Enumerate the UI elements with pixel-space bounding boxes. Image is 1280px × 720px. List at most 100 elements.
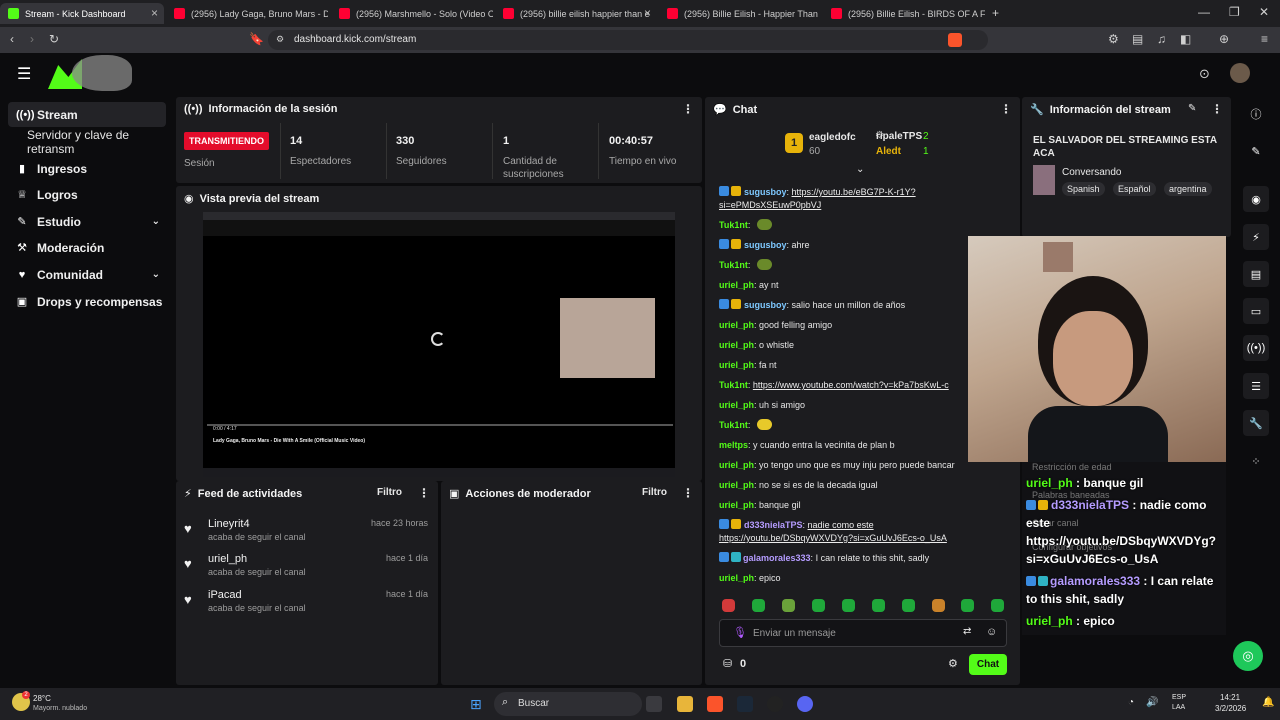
document-icon[interactable]: ▤	[1243, 261, 1269, 287]
volume-icon[interactable]: 🔊	[1146, 697, 1158, 708]
chat-username[interactable]: uriel_ph	[719, 400, 754, 410]
broadcast-icon[interactable]: ((•))	[1243, 335, 1269, 361]
obs-icon[interactable]	[767, 696, 783, 712]
sidebar-item-stream[interactable]: ((•)) Stream	[8, 102, 166, 127]
more-options-icon[interactable]: ⋮	[1000, 102, 1012, 116]
windows-start-icon[interactable]: ⊞	[470, 696, 482, 713]
translate-icon[interactable]: ⇄	[963, 626, 971, 637]
chat-username[interactable]: galamorales333	[743, 553, 811, 563]
chat-username[interactable]: uriel_ph	[719, 460, 754, 470]
chat-username[interactable]: uriel_ph	[719, 573, 754, 583]
back-icon[interactable]: ‹	[10, 32, 14, 46]
chat-username[interactable]: uriel_ph	[719, 500, 754, 510]
emote-icon[interactable]	[872, 599, 885, 612]
tab-youtube-1[interactable]: (2956) Lady Gaga, Bruno Mars - Die W	[166, 3, 328, 24]
help-button[interactable]: ◎	[1233, 641, 1263, 671]
sidebar-item-logros[interactable]: ♕ Logros	[8, 182, 166, 207]
follower-name[interactable]: iPacad	[208, 589, 242, 601]
sidebar-item-server-key[interactable]: Servidor y clave de retransm	[8, 128, 174, 156]
close-icon[interactable]: ×	[644, 6, 651, 20]
chat-username[interactable]: uriel_ph	[719, 320, 754, 330]
brave-icon[interactable]	[707, 696, 723, 712]
chat-username[interactable]: sugusboy	[744, 300, 787, 310]
emote-icon[interactable]	[932, 599, 945, 612]
expand-chevron-icon[interactable]: ⌄	[856, 164, 864, 175]
stream-preview-video[interactable]: 0:00 / 4:17 Lady Gaga, Bruno Mars - Die …	[203, 212, 675, 477]
sidebar-item-comunidad[interactable]: ♥ Comunidad ⌄	[8, 262, 166, 287]
leader-name[interactable]: Aledt	[876, 146, 901, 157]
chat-username[interactable]: Tuk1nt	[719, 220, 748, 230]
filter-button[interactable]: Filtro	[642, 487, 667, 498]
tag-chip[interactable]: Español	[1113, 182, 1156, 196]
settings-icon[interactable]: ⚙	[948, 657, 958, 670]
chat-username[interactable]: uriel_ph	[719, 360, 754, 370]
site-info-icon[interactable]: ⚙	[276, 34, 284, 45]
emoji-icon[interactable]: ☺	[986, 626, 997, 638]
chat-username[interactable]: Tuk1nt	[719, 260, 748, 270]
send-chat-button[interactable]: Chat	[969, 654, 1007, 675]
camera-icon[interactable]: ◉	[1243, 186, 1269, 212]
window-close-icon[interactable]: ✕	[1259, 5, 1269, 19]
follower-name[interactable]: uriel_ph	[208, 553, 247, 565]
more-options-icon[interactable]: ⋮	[1211, 102, 1223, 116]
steam-icon[interactable]	[737, 696, 753, 712]
more-options-icon[interactable]: ⋮	[682, 102, 694, 116]
sidebar-item-moderacion[interactable]: ⚒ Moderación	[8, 235, 166, 260]
hamburger-menu-icon[interactable]: ☰	[17, 64, 31, 84]
apps-icon[interactable]: ⁘	[1243, 448, 1269, 474]
notifications-icon[interactable]: ⊙	[1199, 66, 1210, 82]
tab-youtube-2[interactable]: (2956) Marshmello - Solo (Video Ofic	[331, 3, 493, 24]
tag-chip[interactable]: Spanish	[1062, 182, 1105, 196]
chat-username[interactable]: uriel_ph	[719, 340, 754, 350]
chat-input[interactable]: 🎙 Enviar un mensaje ⇄ ☺	[719, 619, 1007, 647]
emote-icon[interactable]	[782, 599, 795, 612]
lightning-icon[interactable]: ⚡	[1243, 224, 1269, 250]
new-tab-icon[interactable]: +	[992, 6, 999, 20]
clock-time[interactable]: 14:21	[1220, 693, 1240, 702]
extensions-icon[interactable]: ⚙	[1108, 32, 1119, 46]
sidebar-icon[interactable]: ◧	[1180, 32, 1191, 46]
sidebar-item-ingresos[interactable]: ▮ Ingresos	[8, 156, 166, 181]
discord-icon[interactable]	[797, 696, 813, 712]
task-view-icon[interactable]	[646, 696, 662, 712]
tab-youtube-3[interactable]: (2956) billie eilish happier than e ×	[495, 3, 657, 24]
forward-icon[interactable]: ›	[30, 32, 34, 46]
taskbar-search[interactable]: ⌕ Buscar	[494, 692, 642, 716]
tag-chip[interactable]: argentina	[1164, 182, 1212, 196]
more-options-icon[interactable]: ⋮	[682, 486, 694, 500]
wallet-icon[interactable]: ⊕	[1219, 32, 1229, 46]
chat-username[interactable]: sugusboy	[744, 240, 787, 250]
info-icon[interactable]: ⓘ	[1243, 101, 1269, 127]
sidebar-item-estudio[interactable]: ✎ Estudio ⌄	[8, 209, 166, 234]
emote-icon[interactable]	[752, 599, 765, 612]
filter-button[interactable]: Filtro	[377, 487, 402, 498]
edit-icon[interactable]: ✎	[1243, 138, 1269, 164]
chat-link[interactable]: https://www.youtube.com/watch?v=kPa7bsKw…	[753, 380, 949, 390]
sidebar-item-drops[interactable]: ▣ Drops y recompensas	[8, 289, 166, 314]
language-label[interactable]: ESP	[1172, 694, 1186, 701]
close-icon[interactable]: ×	[151, 6, 158, 20]
avatar[interactable]	[1230, 63, 1250, 83]
music-icon[interactable]: ♫	[1157, 32, 1166, 46]
bookmark-icon[interactable]: 🔖	[249, 32, 264, 46]
reader-icon[interactable]: ▤	[1132, 32, 1143, 46]
emote-icon[interactable]	[812, 599, 825, 612]
layers-icon[interactable]: ☰	[1243, 373, 1269, 399]
file-explorer-icon[interactable]	[677, 696, 693, 712]
follower-name[interactable]: Lineyrit4	[208, 518, 250, 530]
notification-center-icon[interactable]: 🔔	[1262, 697, 1274, 708]
leader-name[interactable]: eagledofc	[809, 132, 856, 143]
brave-shield-icon[interactable]	[948, 33, 962, 47]
minimize-icon[interactable]: —	[1198, 5, 1210, 19]
emote-icon[interactable]	[991, 599, 1004, 612]
emote-icon[interactable]	[961, 599, 974, 612]
wrench-icon[interactable]: 🔧	[1243, 410, 1269, 436]
emote-icon[interactable]	[902, 599, 915, 612]
edit-icon[interactable]: ✎	[1188, 103, 1196, 114]
menu-icon[interactable]: ≡	[1261, 32, 1268, 46]
reload-icon[interactable]: ↻	[49, 32, 59, 46]
chat-username[interactable]: Tuk1nt	[719, 380, 748, 390]
chat-username[interactable]: uriel_ph	[719, 480, 754, 490]
chat-username[interactable]: sugusboy	[744, 187, 787, 197]
tab-kick-dashboard[interactable]: Stream - Kick Dashboard ×	[0, 3, 164, 24]
